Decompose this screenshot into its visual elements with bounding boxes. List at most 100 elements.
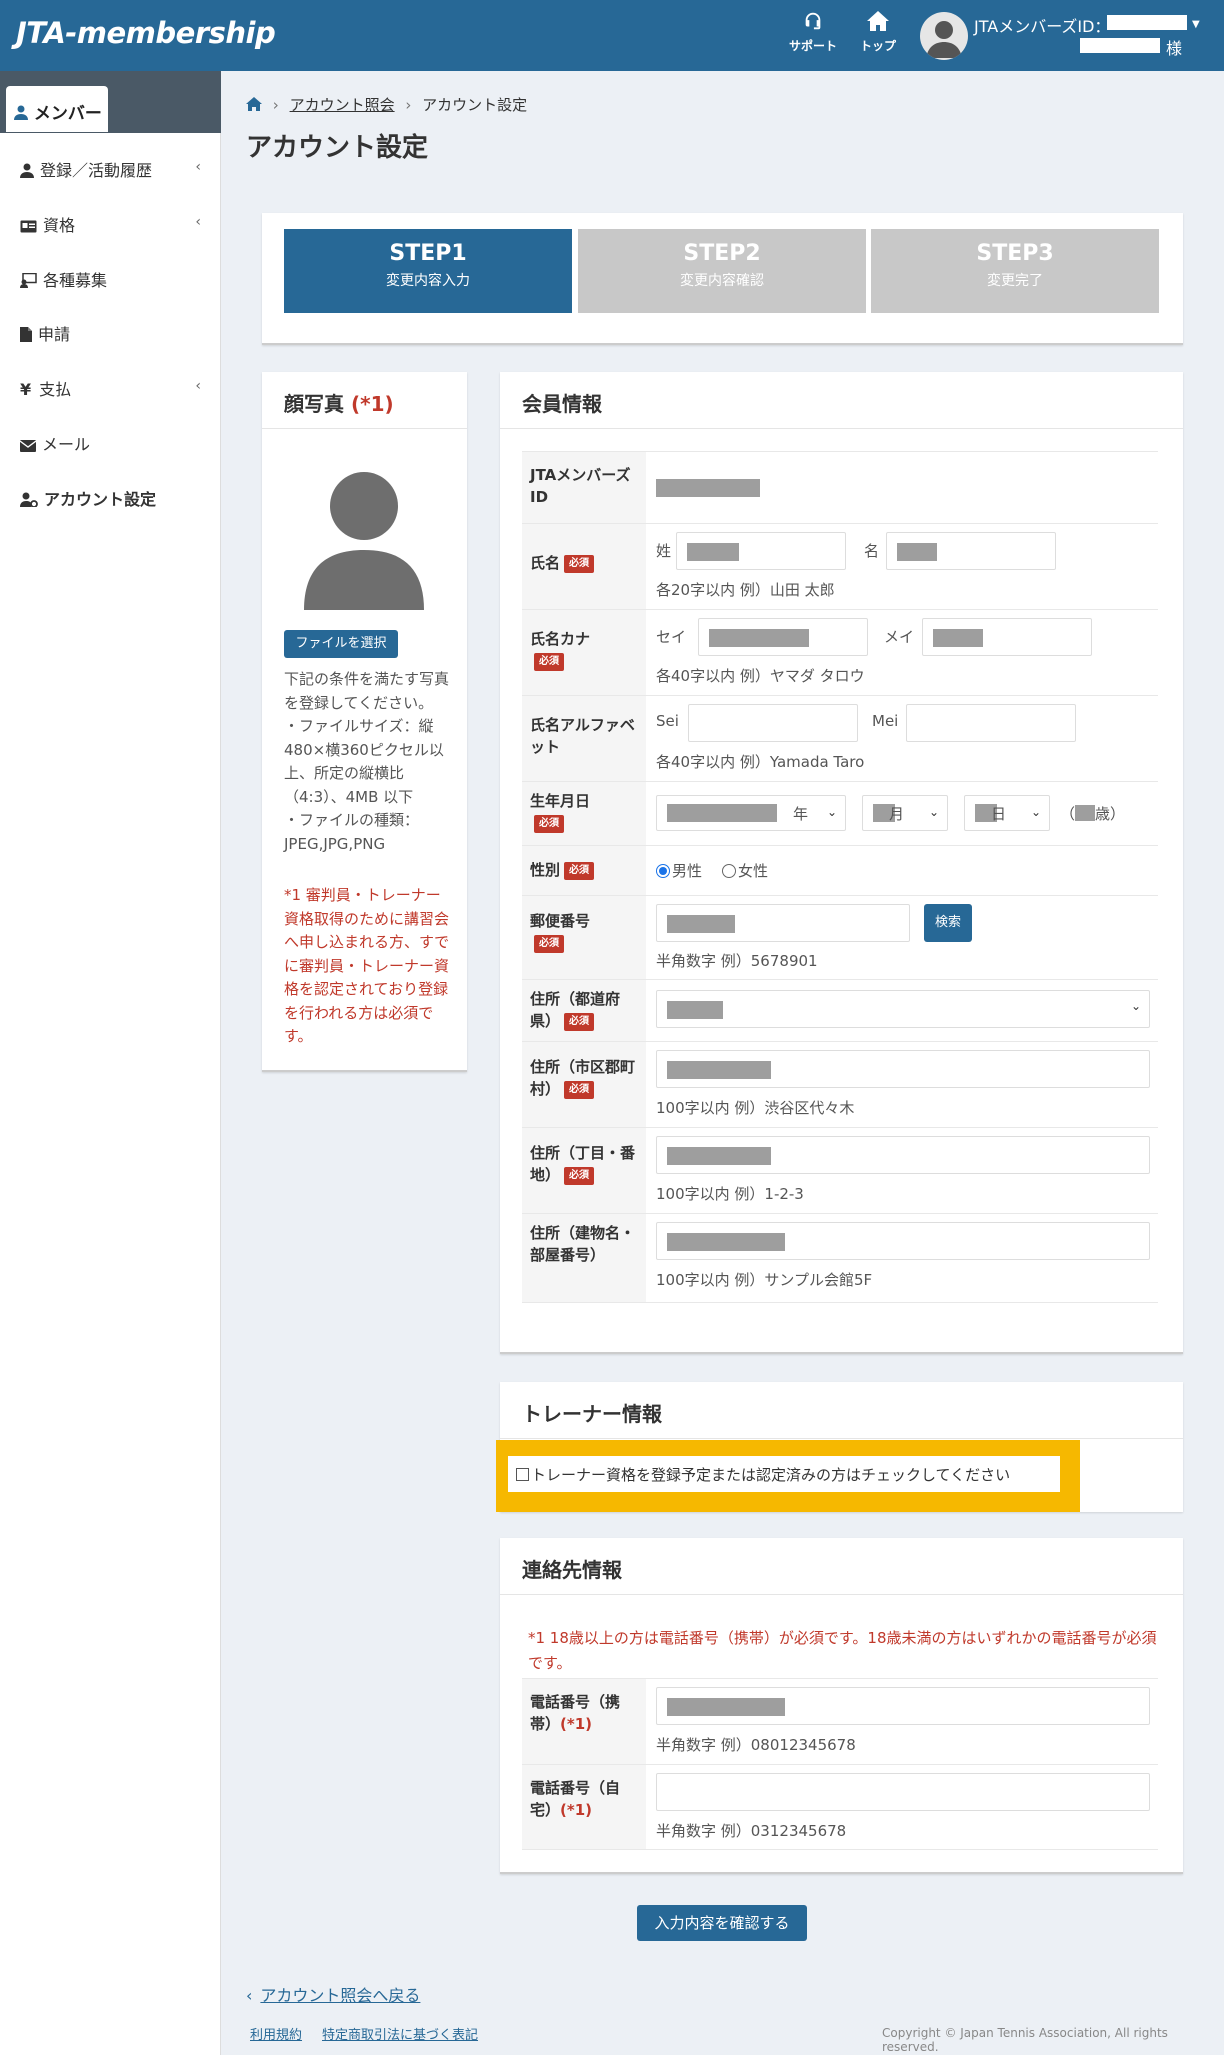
step-2-number: STEP2 xyxy=(683,241,761,266)
sidebar-item-history[interactable]: 登録／活動履歴 ‹ xyxy=(0,147,221,187)
sidebar-item-qualification[interactable]: 資格 ‹ xyxy=(0,202,221,242)
chevron-left-icon: ‹ xyxy=(195,159,201,175)
breadcrumb-separator-icon: › xyxy=(405,96,412,114)
last-name-alpha-input[interactable] xyxy=(688,704,858,742)
chevron-down-icon: ⌄ xyxy=(928,805,939,819)
home-icon xyxy=(867,11,889,31)
mobile-phone-input[interactable] xyxy=(656,1687,1150,1725)
kana-hint: 各40字以内 例）ヤマダ タロウ xyxy=(656,667,865,685)
commerce-law-link[interactable]: 特定商取引法に基づく表記 xyxy=(322,2024,478,2043)
kana-mei-label: メイ xyxy=(884,628,915,646)
last-name-input[interactable] xyxy=(676,532,846,570)
chevron-left-icon: ‹ xyxy=(246,1986,253,2005)
gender-female-radio[interactable]: 女性 xyxy=(722,860,768,881)
photo-panel: 顔写真 (*1) ファイルを選択 下記の条件を満たす写真を登録してください。 ・… xyxy=(262,372,467,1072)
row-home-phone: 電話番号（自宅）(*1) 半角数字 例）0312345678 xyxy=(522,1764,1158,1850)
terms-link[interactable]: 利用規約 xyxy=(250,2024,302,2043)
city-input[interactable] xyxy=(656,1050,1150,1088)
support-button[interactable]: サポート xyxy=(783,10,843,54)
required-badge: 必須 xyxy=(534,935,564,953)
photo-title: 顔写真 (*1) xyxy=(284,392,394,416)
support-label: サポート xyxy=(788,39,837,53)
label-postal: 郵便番号 必須 xyxy=(522,896,646,979)
row-alphabet: 氏名アルファベット Sei Mei 各40字以内 例）Yamada Taro xyxy=(522,695,1158,781)
app-logo[interactable]: JTA-membership xyxy=(16,16,276,50)
user-id-label: JTAメンバーズID： xyxy=(974,17,1111,36)
required-badge: 必須 xyxy=(564,1013,595,1031)
row-city: 住所（市区郡町村） 必須 100字以内 例）渋谷区代々木 xyxy=(522,1041,1158,1127)
sidebar-item-account-settings[interactable]: アカウント設定 xyxy=(0,476,221,516)
alpha-hint: 各40字以内 例）Yamada Taro xyxy=(656,753,865,771)
checkbox-icon[interactable] xyxy=(516,1468,529,1481)
label-gender: 性別 必須 xyxy=(522,846,646,895)
building-input[interactable] xyxy=(656,1222,1150,1260)
prefecture-select[interactable]: ⌄ xyxy=(656,990,1150,1028)
sei-label: 姓 xyxy=(656,542,672,560)
breadcrumb-link-account[interactable]: アカウント照会 xyxy=(290,96,395,114)
user-menu[interactable]: JTAメンバーズID： ▼ 様 xyxy=(920,10,1220,64)
trainer-info-title: トレーナー情報 xyxy=(522,1402,662,1426)
required-badge: 必須 xyxy=(534,815,564,833)
main-content: STEP1 変更内容入力 STEP2 変更内容確認 STEP3 変更完了 顔写真… xyxy=(222,182,1224,1962)
sidebar-item-payment[interactable]: ¥ 支払 ‹ xyxy=(0,366,221,406)
row-member-id: JTAメンバーズID xyxy=(522,451,1158,523)
label-city: 住所（市区郡町村） 必須 xyxy=(522,1042,646,1127)
top-button[interactable]: トップ xyxy=(848,10,908,54)
top-label: トップ xyxy=(859,39,896,53)
confirm-button[interactable]: 入力内容を確認する xyxy=(637,1905,807,1941)
top-header: JTA-membership サポート トップ JTAメンバーズID： ▼ 様 xyxy=(0,0,1224,71)
birth-day-select[interactable]: 日 ⌄ xyxy=(964,795,1050,831)
row-prefecture: 住所（都道府県） 必須 ⌄ xyxy=(522,979,1158,1041)
contact-info-title: 連絡先情報 xyxy=(522,1558,622,1582)
sidebar: メンバー 登録／活動履歴 ‹ 資格 ‹ 各種募集 申請 ¥ 支払 ‹ メール アカ… xyxy=(0,71,221,2055)
kana-sei-label: セイ xyxy=(656,628,687,646)
user-id-value xyxy=(1107,15,1187,30)
step-1-label: 変更内容入力 xyxy=(386,273,470,289)
sidebar-item-mail[interactable]: メール xyxy=(0,421,221,461)
row-building: 住所（建物名・部屋番号） 100字以内 例）サンプル会館5F xyxy=(522,1213,1158,1303)
sidebar-tab-member[interactable]: メンバー xyxy=(6,86,108,132)
sidebar-item-label: 支払 xyxy=(39,380,72,399)
street-hint: 100字以内 例）1-2-3 xyxy=(656,1185,804,1203)
user-gear-icon xyxy=(20,492,38,508)
birth-year-select[interactable]: 年 ⌄ xyxy=(656,795,846,831)
user-icon xyxy=(14,105,28,120)
sidebar-item-recruit[interactable]: 各種募集 xyxy=(0,257,221,297)
first-name-kana-input[interactable] xyxy=(922,618,1092,656)
footer: ‹ アカウント照会へ戻る 利用規約 特定商取引法に基づく表記 Copyright … xyxy=(222,1962,1224,2055)
caret-down-icon: ▼ xyxy=(1192,19,1200,30)
breadcrumb: › アカウント照会 › アカウント設定 xyxy=(246,94,527,115)
member-info-title: 会員情報 xyxy=(522,392,602,416)
home-icon[interactable] xyxy=(246,97,262,111)
sidebar-item-application[interactable]: 申請 xyxy=(0,311,221,351)
step-3: STEP3 変更完了 xyxy=(871,229,1159,313)
label-street: 住所（丁目・番地） 必須 xyxy=(522,1128,646,1213)
sidebar-item-label: 申請 xyxy=(38,325,71,344)
sidebar-item-label: 資格 xyxy=(43,216,76,235)
first-name-alpha-input[interactable] xyxy=(906,704,1076,742)
trainer-checkbox-highlight: トレーナー資格を登録予定または認定済みの方はチェックしてください xyxy=(496,1440,1080,1512)
gender-male-radio[interactable]: 男性 xyxy=(656,860,702,881)
postal-search-button[interactable]: 検索 xyxy=(924,904,972,942)
postal-code-input[interactable] xyxy=(656,904,910,942)
required-badge: 必須 xyxy=(564,862,595,880)
back-to-account-link[interactable]: ‹ アカウント照会へ戻る xyxy=(246,1982,420,2006)
street-input[interactable] xyxy=(656,1136,1150,1174)
profile-placeholder-icon xyxy=(304,472,424,610)
first-name-input[interactable] xyxy=(886,532,1056,570)
label-building: 住所（建物名・部屋番号） xyxy=(522,1214,646,1302)
label-alphabet: 氏名アルファベット xyxy=(522,696,646,781)
copyright: Copyright © Japan Tennis Association, Al… xyxy=(882,2026,1168,2054)
sidebar-item-label: 登録／活動履歴 xyxy=(40,161,153,180)
last-name-kana-input[interactable] xyxy=(698,618,868,656)
breadcrumb-current: アカウント設定 xyxy=(422,96,528,114)
choose-file-button[interactable]: ファイルを選択 xyxy=(284,630,398,658)
breadcrumb-separator-icon: › xyxy=(272,96,279,114)
user-suffix: 様 xyxy=(1166,39,1183,58)
photo-requirements: 下記の条件を満たす写真を登録してください。 ・ファイルサイズ：縦480×横360… xyxy=(284,670,450,853)
trainer-checkbox[interactable]: トレーナー資格を登録予定または認定済みの方はチェックしてください xyxy=(508,1456,1060,1492)
headset-icon xyxy=(805,12,821,30)
divider xyxy=(500,1594,1183,1595)
home-phone-input[interactable] xyxy=(656,1773,1150,1811)
birth-month-select[interactable]: 月 ⌄ xyxy=(862,795,948,831)
